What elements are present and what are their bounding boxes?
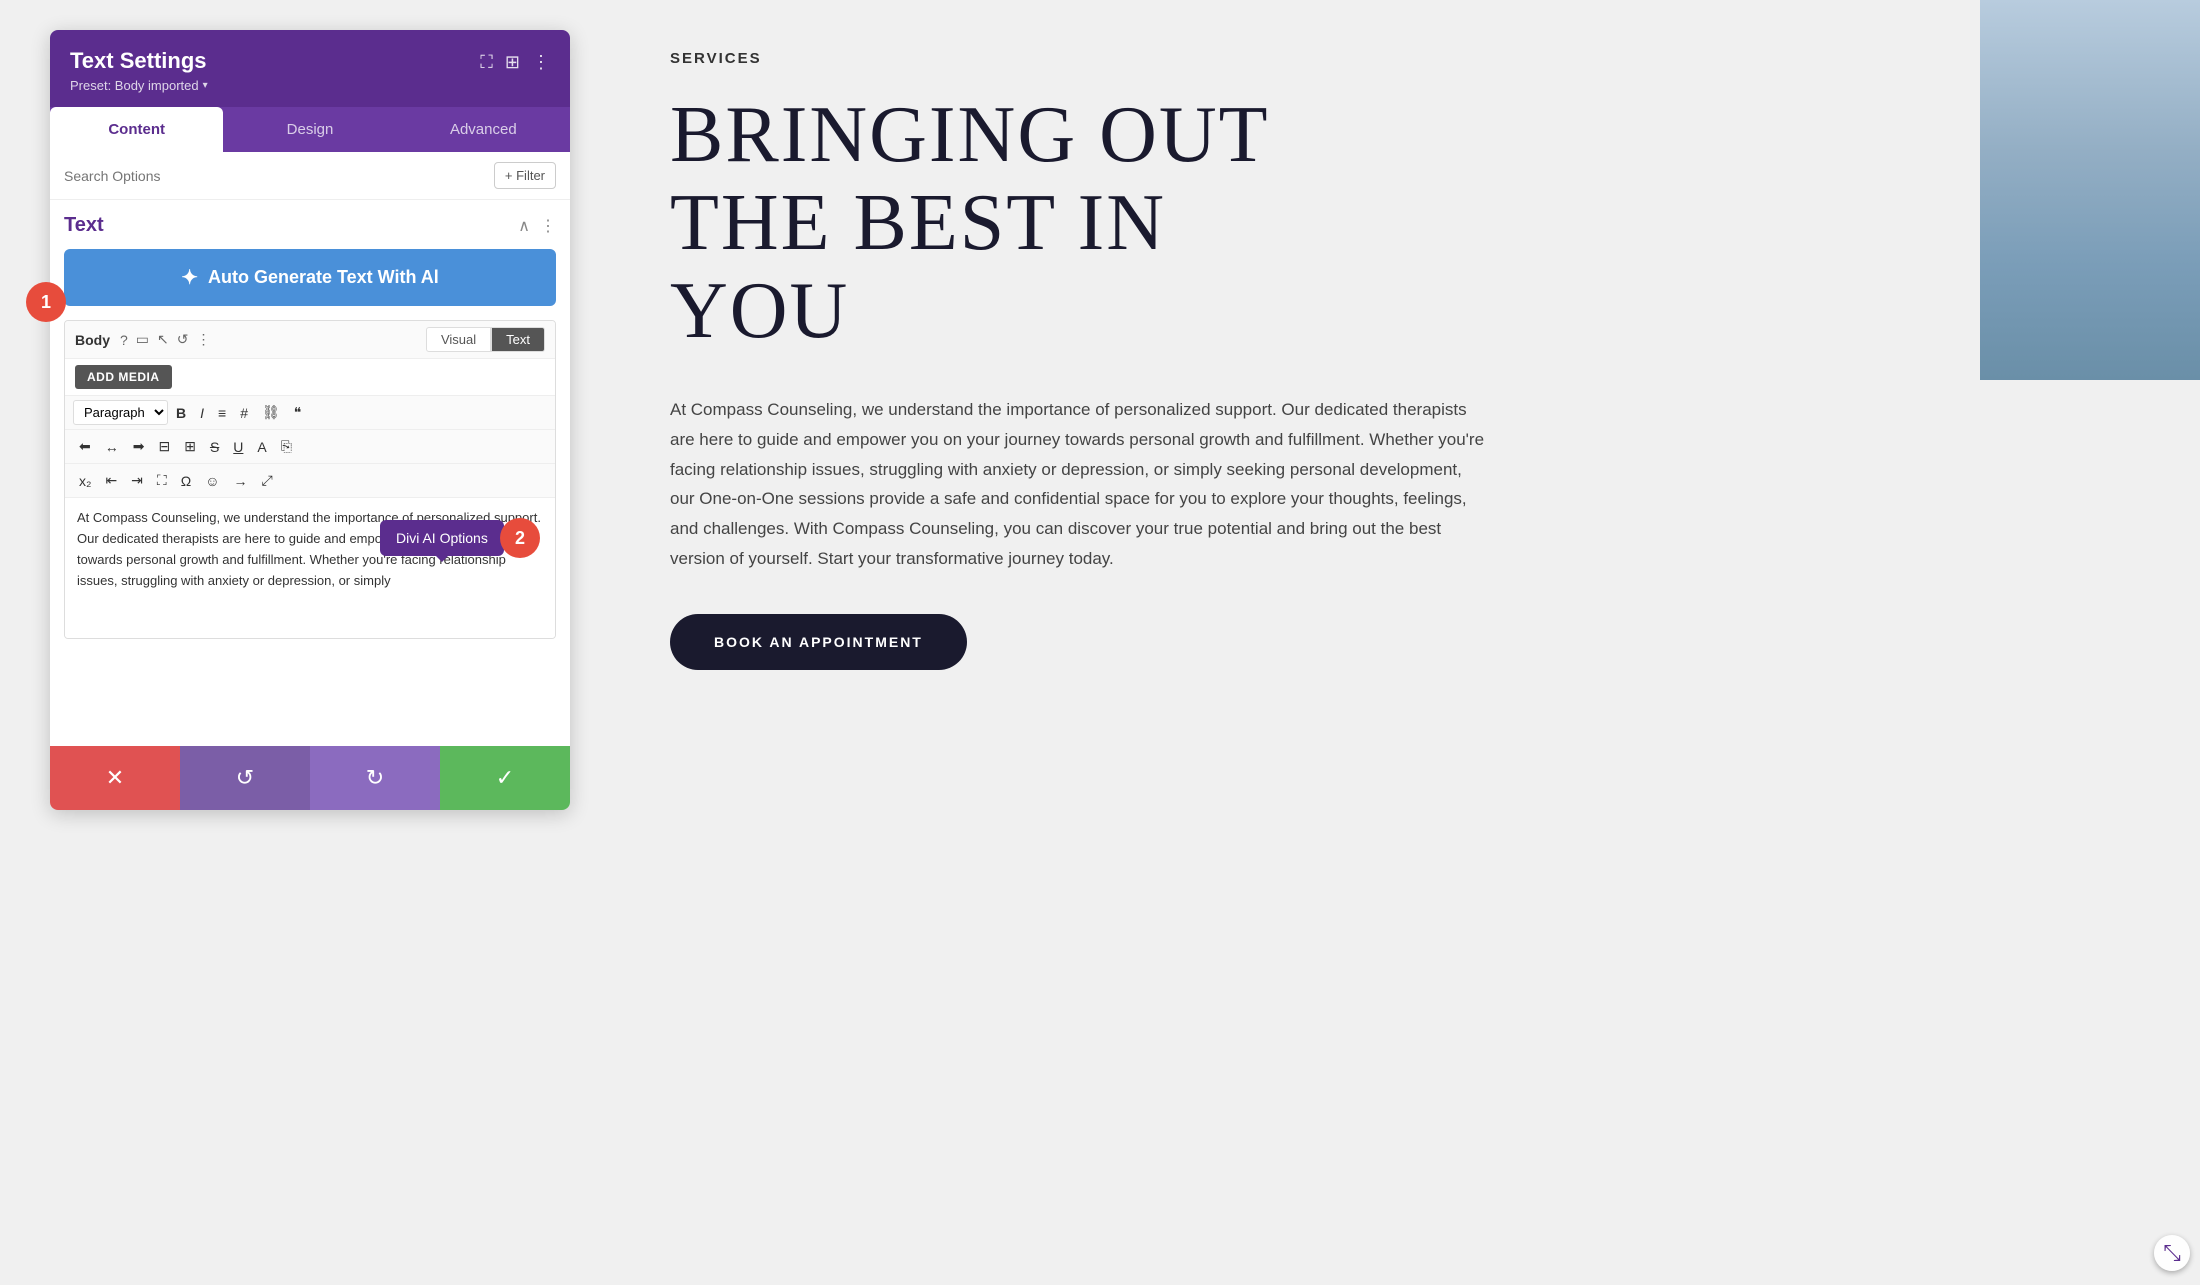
panel-body: Text ∧ ⋮ ✦ Auto Generate Text With Al Bo… bbox=[50, 200, 570, 746]
section-actions: ∧ ⋮ bbox=[518, 216, 556, 236]
arrow-button[interactable]: → bbox=[227, 469, 253, 493]
align-justify-button[interactable]: ⊟ bbox=[152, 434, 176, 459]
hero-corner-image bbox=[1980, 0, 2200, 380]
text-color-button[interactable]: A bbox=[251, 435, 272, 459]
panel-preset[interactable]: Preset: Body imported ▾ bbox=[70, 78, 480, 93]
toolbar-row-1: Paragraph B I ≡ # ⛓ ❝ bbox=[65, 396, 555, 430]
panel-bottom-bar: ✕ ↺ ↻ ✓ bbox=[50, 746, 570, 810]
panel-header-icons: ⛶ ⊞ ⋮ bbox=[480, 52, 550, 73]
undo-button[interactable]: ↺ bbox=[180, 746, 310, 810]
device-icon[interactable]: ▭ bbox=[136, 331, 149, 348]
extra-button[interactable]: ⤢ bbox=[255, 468, 278, 493]
panel-header: Text Settings Preset: Body imported ▾ ⛶ … bbox=[50, 30, 570, 107]
link-button[interactable]: ⛓ bbox=[256, 400, 286, 425]
section-more-icon[interactable]: ⋮ bbox=[540, 216, 556, 236]
text-tab[interactable]: Text bbox=[491, 327, 545, 352]
text-settings-panel: Text Settings Preset: Body imported ▾ ⛶ … bbox=[50, 30, 570, 810]
preset-dropdown-arrow[interactable]: ▾ bbox=[203, 80, 208, 91]
copy-paste-button[interactable]: ⎘ bbox=[275, 434, 298, 459]
table-button[interactable]: ⊞ bbox=[178, 434, 202, 459]
hero-body-text: At Compass Counseling, we understand the… bbox=[670, 395, 1490, 574]
cancel-button[interactable]: ✕ bbox=[50, 746, 180, 810]
emoji-button[interactable]: ☺ bbox=[199, 469, 225, 493]
special-chars-button[interactable]: Ω bbox=[175, 469, 197, 493]
indent-increase-button[interactable]: ⇥ bbox=[125, 468, 149, 493]
help-icon[interactable]: ? bbox=[120, 332, 128, 348]
search-bar: + Filter bbox=[50, 152, 570, 200]
italic-button[interactable]: I bbox=[194, 401, 210, 425]
section-title: Text bbox=[64, 214, 104, 237]
add-media-bar: ADD MEDIA bbox=[65, 359, 555, 396]
body-label: Body bbox=[75, 332, 110, 348]
panel-title: Text Settings bbox=[70, 48, 480, 74]
main-content-area: SERVICES BRINGING OUT THE BEST IN YOU At… bbox=[570, 0, 2200, 1285]
panel-title-group: Text Settings Preset: Body imported ▾ bbox=[70, 48, 480, 93]
editor-mode-tabs: Visual Text bbox=[426, 327, 545, 352]
ai-generate-button[interactable]: ✦ Auto Generate Text With Al bbox=[64, 249, 556, 306]
book-appointment-button[interactable]: BOOK AN APPOINTMENT bbox=[670, 614, 967, 670]
toolbar-row-3: x₂ ⇤ ⇥ ⛶ Ω ☺ → ⤢ bbox=[65, 464, 555, 498]
align-left-button[interactable]: ⬅ bbox=[73, 434, 97, 459]
visual-tab[interactable]: Visual bbox=[426, 327, 491, 352]
resize-handle[interactable]: ⤡ bbox=[2154, 1235, 2190, 1271]
ocean-image bbox=[1980, 0, 2200, 380]
editor-content-area[interactable]: At Compass Counseling, we understand the… bbox=[65, 498, 555, 638]
editor-top-icons: ? ▭ ↖ ↺ ⋮ bbox=[120, 331, 211, 348]
unordered-list-button[interactable]: ≡ bbox=[212, 401, 232, 425]
add-media-button[interactable]: ADD MEDIA bbox=[75, 365, 172, 389]
indent-decrease-button[interactable]: ⇤ bbox=[99, 468, 123, 493]
ordered-list-button[interactable]: # bbox=[234, 401, 254, 425]
tab-advanced[interactable]: Advanced bbox=[397, 107, 570, 152]
more-icon[interactable]: ⋮ bbox=[197, 331, 211, 348]
subscript-button[interactable]: x₂ bbox=[73, 469, 97, 493]
layout-icon[interactable]: ⊞ bbox=[505, 52, 520, 73]
fullscreen-icon[interactable]: ⛶ bbox=[480, 52, 493, 73]
bold-button[interactable]: B bbox=[170, 401, 192, 425]
strikethrough-button[interactable]: S bbox=[204, 435, 225, 459]
text-editor: Body ? ▭ ↖ ↺ ⋮ Visual Text bbox=[64, 320, 556, 639]
step-badge-2: 2 bbox=[500, 518, 540, 558]
hero-heading: BRINGING OUT THE BEST IN YOU bbox=[670, 91, 2120, 355]
collapse-section-icon[interactable]: ∧ bbox=[518, 216, 530, 236]
cursor-icon[interactable]: ↖ bbox=[157, 331, 169, 348]
step-badge-1: 1 bbox=[26, 282, 66, 322]
search-input[interactable] bbox=[64, 168, 486, 184]
quote-button[interactable]: ❝ bbox=[288, 400, 308, 425]
toolbar-row-2: ⬅ ↔ ➡ ⊟ ⊞ S U A ⎘ bbox=[65, 430, 555, 464]
align-center-button[interactable]: ↔ bbox=[99, 435, 125, 459]
panel-tabs: Content Design Advanced bbox=[50, 107, 570, 152]
undo-icon[interactable]: ↺ bbox=[177, 331, 189, 348]
more-options-icon[interactable]: ⋮ bbox=[532, 52, 550, 73]
redo-button[interactable]: ↻ bbox=[310, 746, 440, 810]
save-button[interactable]: ✓ bbox=[440, 746, 570, 810]
services-label: SERVICES bbox=[670, 50, 2120, 67]
fullscreen-editor-button[interactable]: ⛶ bbox=[151, 468, 173, 493]
text-section-header: Text ∧ ⋮ bbox=[64, 214, 556, 237]
tab-design[interactable]: Design bbox=[223, 107, 396, 152]
editor-top-bar: Body ? ▭ ↖ ↺ ⋮ Visual Text bbox=[65, 321, 555, 359]
filter-button[interactable]: + Filter bbox=[494, 162, 556, 189]
ai-sparkle-icon: ✦ bbox=[181, 265, 198, 290]
paragraph-format-select[interactable]: Paragraph bbox=[73, 400, 168, 425]
tab-content[interactable]: Content bbox=[50, 107, 223, 152]
align-right-button[interactable]: ➡ bbox=[127, 434, 151, 459]
underline-button[interactable]: U bbox=[227, 435, 249, 459]
